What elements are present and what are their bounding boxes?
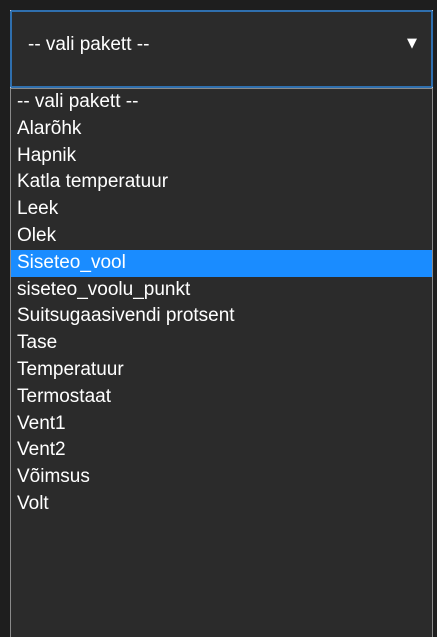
option-termostaat[interactable]: Termostaat [11,384,432,411]
option-hapnik[interactable]: Hapnik [11,143,432,170]
package-select-value: -- vali pakett -- [28,34,150,55]
option-placeholder[interactable]: -- vali pakett -- [11,89,432,116]
option-vent2[interactable]: Vent2 [11,437,432,464]
option-siseteo-vool[interactable]: Siseteo_vool [11,249,432,277]
option-katla-temperatuur[interactable]: Katla temperatuur [11,169,432,196]
option-siseteo-voolu-punkt[interactable]: siseteo_voolu_punkt [11,277,432,304]
frame-left-edge [0,0,10,637]
frame-right-edge [433,0,437,637]
option-volt[interactable]: Volt [11,491,432,518]
option-olek[interactable]: Olek [11,223,432,250]
option-temperatuur[interactable]: Temperatuur [11,357,432,384]
option-alarohk[interactable]: Alarõhk [11,116,432,143]
package-options-list[interactable]: -- vali pakett -- Alarõhk Hapnik Katla t… [10,88,433,637]
package-select[interactable]: -- vali pakett -- ▼ [10,10,433,88]
option-suitsugaasivendi-protsent[interactable]: Suitsugaasivendi protsent [11,303,432,330]
triangle-down-icon[interactable]: ▼ [407,36,417,51]
option-voimsus[interactable]: Võimsus [11,464,432,491]
option-tase[interactable]: Tase [11,330,432,357]
option-leek[interactable]: Leek [11,196,432,223]
frame-top-edge [0,0,437,10]
option-vent1[interactable]: Vent1 [11,411,432,438]
screen: -- vali pakett -- ▼ -- vali pakett -- Al… [0,0,437,637]
